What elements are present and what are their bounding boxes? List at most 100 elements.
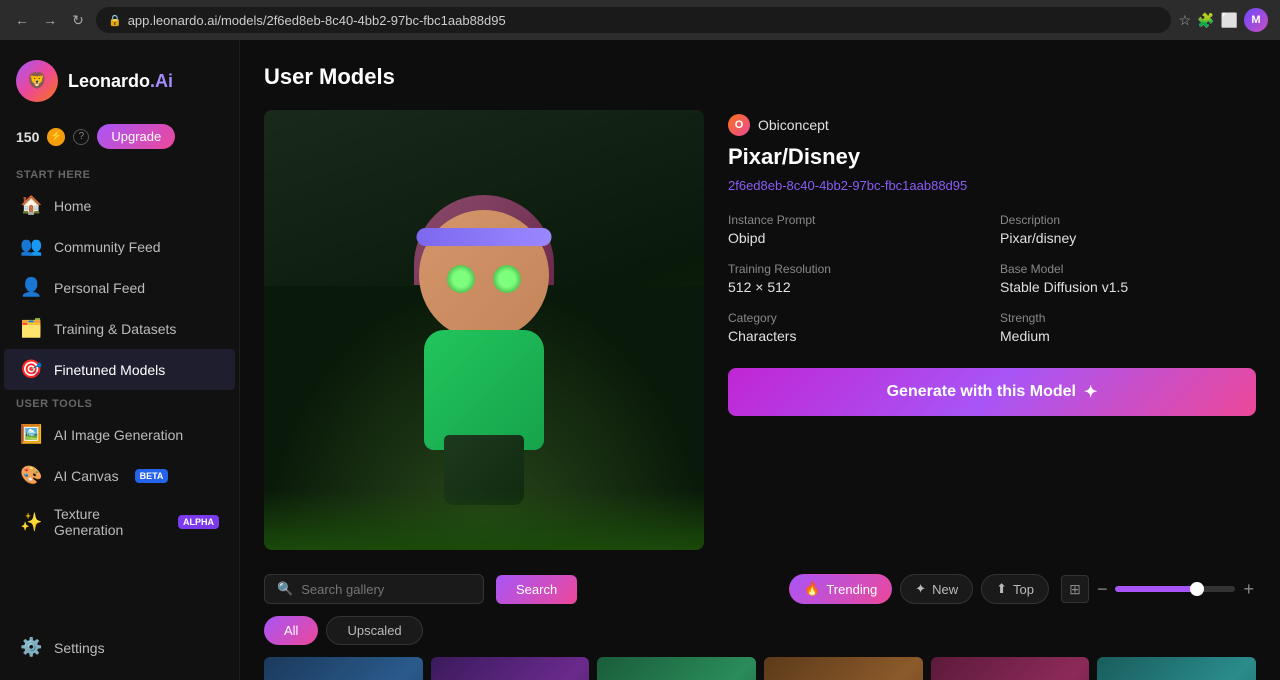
sidebar-item-label: Texture Generation	[54, 506, 162, 538]
section-start-label: Start Here	[0, 161, 239, 185]
model-detail: O Obiconcept Pixar/Disney 2f6ed8eb-8c40-…	[264, 110, 1256, 550]
tab-new[interactable]: ✦ New	[900, 574, 973, 604]
sidebar-item-personal-feed[interactable]: 👤 Personal Feed	[4, 267, 235, 308]
url-text: app.leonardo.ai/models/2f6ed8eb-8c40-4bb…	[128, 13, 506, 28]
bookmark-icon[interactable]: ☆	[1179, 12, 1192, 29]
training-resolution-value: 512 × 512	[728, 279, 984, 295]
size-slider[interactable]	[1115, 586, 1235, 592]
credits-bar: 150 ⚡ ? Upgrade	[0, 118, 239, 161]
sidebar-item-label: Home	[54, 198, 91, 214]
sidebar-item-image-gen[interactable]: 🖼️ AI Image Generation	[4, 414, 235, 455]
model-owner: O Obiconcept	[728, 114, 1256, 136]
owner-name: Obiconcept	[758, 117, 829, 133]
sidebar-item-label: Community Feed	[54, 239, 161, 255]
grid-view-btn[interactable]: ⊞	[1061, 575, 1089, 603]
filter-buttons: All Upscaled	[264, 616, 1256, 645]
sidebar-item-label: Settings	[54, 640, 105, 656]
instance-prompt-label: Instance Prompt	[728, 213, 984, 227]
filter-all-btn[interactable]: All	[264, 616, 318, 645]
gallery-item[interactable]	[431, 657, 590, 680]
texture-badge: ALPHA	[178, 515, 219, 529]
gallery-item[interactable]	[597, 657, 756, 680]
fire-icon: 🔥	[804, 581, 820, 597]
gallery-item[interactable]	[764, 657, 923, 680]
sidebar-item-settings[interactable]: ⚙️ Settings	[4, 627, 235, 668]
zoom-minus[interactable]: −	[1095, 579, 1110, 600]
search-container: 🔍	[264, 574, 484, 604]
gallery-item[interactable]	[931, 657, 1090, 680]
tab-trending[interactable]: 🔥 Trending	[789, 574, 892, 604]
view-controls: ⊞ − +	[1061, 575, 1256, 603]
generate-icon: ✦	[1084, 382, 1097, 402]
search-button[interactable]: Search	[496, 575, 577, 604]
instance-prompt-item: Instance Prompt Obipd	[728, 213, 984, 246]
upgrade-button[interactable]: Upgrade	[97, 124, 175, 149]
app-container: 🦁 Leonardo.Ai 150 ⚡ ? Upgrade Start Here…	[0, 40, 1280, 680]
logo[interactable]: 🦁 Leonardo.Ai	[0, 52, 239, 118]
zoom-plus[interactable]: +	[1241, 579, 1256, 600]
personal-icon: 👤	[20, 277, 42, 298]
canvas-badge: BETA	[135, 469, 169, 483]
generate-label: Generate with this Model	[887, 383, 1076, 401]
gallery-item[interactable]	[264, 657, 423, 680]
training-resolution-label: Training Resolution	[728, 262, 984, 276]
search-icon: 🔍	[277, 581, 293, 597]
finetuned-icon: 🎯	[20, 359, 42, 380]
model-name: Pixar/Disney	[728, 144, 1256, 170]
sidebar-item-home[interactable]: 🏠 Home	[4, 185, 235, 226]
gallery-controls: 🔍 Search 🔥 Trending ✦ New ⬆ Top	[264, 574, 1256, 604]
sidebar-item-label: Personal Feed	[54, 280, 145, 296]
generate-button[interactable]: Generate with this Model ✦	[728, 368, 1256, 416]
sidebar: 🦁 Leonardo.Ai 150 ⚡ ? Upgrade Start Here…	[0, 40, 240, 680]
credits-help-icon[interactable]: ?	[73, 129, 89, 145]
gallery-item[interactable]	[1097, 657, 1256, 680]
base-model-label: Base Model	[1000, 262, 1256, 276]
model-image	[264, 110, 704, 550]
logo-text: Leonardo.Ai	[68, 71, 173, 92]
search-input[interactable]	[301, 582, 471, 597]
community-icon: 👥	[20, 236, 42, 257]
tab-top[interactable]: ⬆ Top	[981, 574, 1049, 604]
forward-btn[interactable]: →	[40, 10, 60, 30]
logo-suffix: .Ai	[150, 71, 173, 91]
browser-chrome: ← → ↻ 🔒 app.leonardo.ai/models/2f6ed8eb-…	[0, 0, 1280, 40]
filter-upscaled-btn[interactable]: Upscaled	[326, 616, 422, 645]
strength-item: Strength Medium	[1000, 311, 1256, 344]
filter-tabs: 🔥 Trending ✦ New ⬆ Top	[789, 574, 1049, 604]
sidebar-item-label: AI Image Generation	[54, 427, 183, 443]
character-figure	[384, 210, 584, 530]
sidebar-item-canvas[interactable]: 🎨 AI Canvas BETA	[4, 455, 235, 496]
main-content: User Models	[240, 40, 1280, 680]
url-bar[interactable]: 🔒 app.leonardo.ai/models/2f6ed8eb-8c40-4…	[96, 7, 1171, 33]
logo-avatar: 🦁	[16, 60, 58, 102]
base-model-value: Stable Diffusion v1.5	[1000, 279, 1256, 295]
extension-icon[interactable]: 🧩	[1197, 12, 1214, 29]
page-title: User Models	[264, 64, 1256, 90]
description-value: Pixar/disney	[1000, 230, 1256, 246]
model-meta-grid: Instance Prompt Obipd Description Pixar/…	[728, 213, 1256, 344]
sidebar-item-community-feed[interactable]: 👥 Community Feed	[4, 226, 235, 267]
category-label: Category	[728, 311, 984, 325]
sidebar-item-texture[interactable]: ✨ Texture Generation ALPHA	[4, 496, 235, 548]
new-icon: ✦	[915, 581, 926, 597]
training-icon: 🗂️	[20, 318, 42, 339]
model-info: O Obiconcept Pixar/Disney 2f6ed8eb-8c40-…	[728, 110, 1256, 550]
back-btn[interactable]: ←	[12, 10, 32, 30]
sidebar-item-label: Training & Datasets	[54, 321, 176, 337]
credits-count: 150	[16, 129, 39, 145]
texture-icon: ✨	[20, 512, 42, 533]
description-label: Description	[1000, 213, 1256, 227]
sidebar-item-label: Finetuned Models	[54, 362, 165, 378]
top-icon: ⬆	[996, 581, 1007, 597]
tabs-icon[interactable]: ⬜	[1221, 12, 1238, 29]
sidebar-item-finetuned[interactable]: 🎯 Finetuned Models	[4, 349, 235, 390]
refresh-btn[interactable]: ↻	[68, 10, 88, 30]
lock-icon: 🔒	[108, 14, 122, 27]
strength-value: Medium	[1000, 328, 1256, 344]
user-avatar[interactable]: M	[1244, 8, 1268, 32]
model-id[interactable]: 2f6ed8eb-8c40-4bb2-97bc-fbc1aab88d95	[728, 178, 1256, 193]
model-image-container	[264, 110, 704, 550]
gallery-grid	[264, 657, 1256, 680]
sidebar-item-training[interactable]: 🗂️ Training & Datasets	[4, 308, 235, 349]
home-icon: 🏠	[20, 195, 42, 216]
